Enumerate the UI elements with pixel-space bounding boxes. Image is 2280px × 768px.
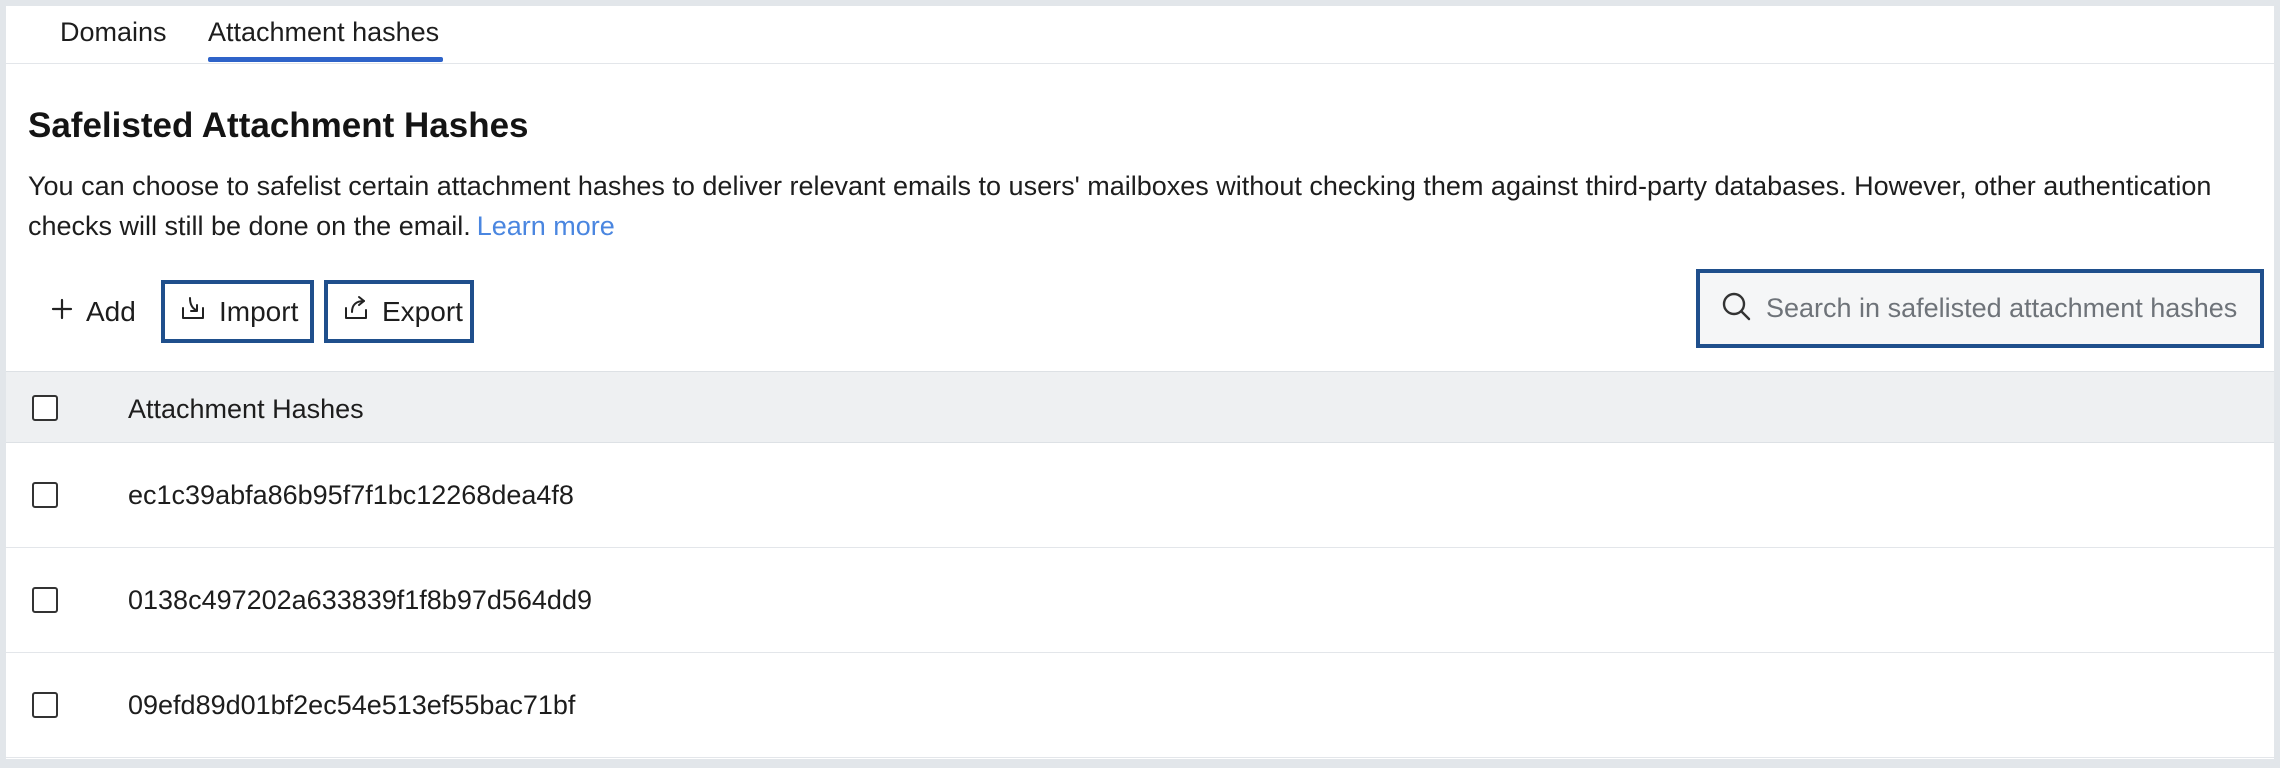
app-frame: Domains Attachment hashes Safelisted Att… (6, 6, 2274, 759)
active-tab-indicator (208, 57, 443, 62)
table-row: 09efd89d01bf2ec54e513ef55bac71bf (6, 653, 2274, 758)
search-icon (1720, 290, 1752, 327)
row-checkbox[interactable] (32, 587, 58, 613)
tab-bar: Domains Attachment hashes (6, 6, 2274, 64)
add-label: Add (86, 295, 136, 327)
export-icon (342, 294, 370, 329)
import-icon (179, 294, 207, 329)
tab-domains[interactable]: Domains (60, 12, 167, 64)
row-checkbox[interactable] (32, 692, 58, 718)
import-button[interactable]: Import (161, 280, 314, 343)
table-row: ec1c39abfa86b95f7f1bc12268dea4f8 (6, 443, 2274, 548)
table-row: 0138c497202a633839f1f8b97d564dd9 (6, 548, 2274, 653)
page-title: Safelisted Attachment Hashes (28, 106, 529, 145)
export-label: Export (382, 295, 463, 327)
search-input[interactable] (1766, 293, 2246, 324)
hash-value: 09efd89d01bf2ec54e513ef55bac71bf (128, 690, 576, 720)
page-description: You can choose to safelist certain attac… (28, 166, 2228, 246)
import-label: Import (219, 295, 299, 327)
row-checkbox[interactable] (32, 482, 58, 508)
hash-value: 0138c497202a633839f1f8b97d564dd9 (128, 585, 592, 615)
column-header-attachment-hashes: Attachment Hashes (128, 394, 364, 424)
export-button[interactable]: Export (324, 280, 474, 343)
learn-more-link[interactable]: Learn more (477, 211, 615, 241)
add-button[interactable]: Add (34, 280, 152, 343)
select-all-checkbox[interactable] (32, 395, 58, 421)
search-box[interactable] (1696, 269, 2264, 348)
table-header: Attachment Hashes (6, 371, 2274, 443)
description-text: You can choose to safelist certain attac… (28, 171, 2212, 241)
hash-value: ec1c39abfa86b95f7f1bc12268dea4f8 (128, 480, 574, 510)
plus-icon (50, 296, 74, 328)
